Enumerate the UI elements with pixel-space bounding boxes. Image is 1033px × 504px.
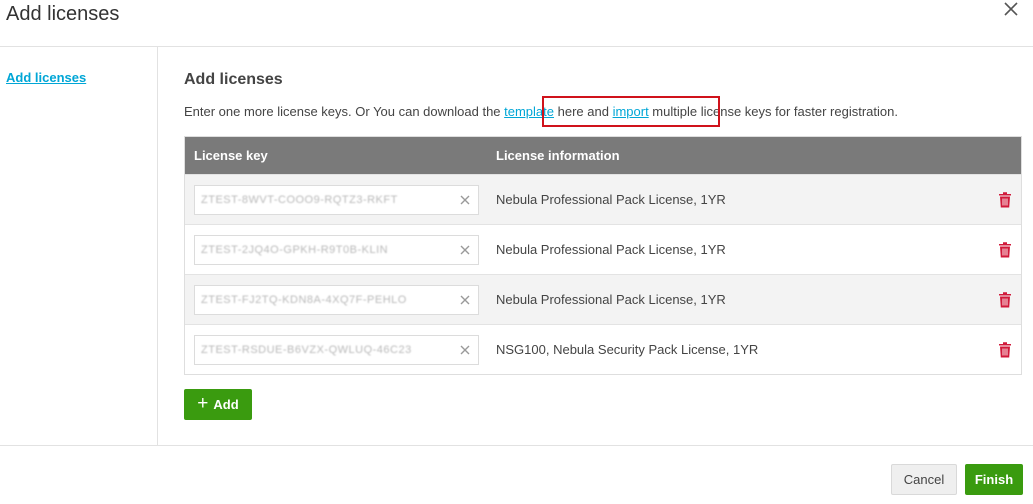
column-header-license-information: License information	[496, 148, 620, 163]
add-license-button[interactable]: + Add	[184, 389, 252, 420]
close-icon	[1004, 2, 1018, 16]
license-info-cell: Nebula Professional Pack License, 1YR	[496, 192, 726, 207]
modal-footer: Cancel Finish	[0, 445, 1033, 504]
clear-input-button[interactable]	[457, 342, 473, 358]
clear-x-icon	[460, 245, 470, 254]
license-info-cell: Nebula Professional Pack License, 1YR	[496, 292, 726, 307]
clear-x-icon	[460, 295, 470, 304]
license-key-input[interactable]: ZTEST-2JQ4O-GPKH-R9T0B-KLIN	[194, 234, 479, 265]
description-after: multiple license keys for faster registr…	[648, 104, 898, 119]
delete-row-button[interactable]	[997, 291, 1013, 309]
delete-row-button[interactable]	[997, 341, 1013, 359]
license-key-cell: ZTEST-FJ2TQ-KDN8A-4XQ7F-PEHLO	[185, 284, 486, 315]
license-info-cell: Nebula Professional Pack License, 1YR	[496, 242, 726, 257]
clear-input-button[interactable]	[457, 242, 473, 258]
modal-header: Add licenses	[0, 0, 1033, 47]
finish-button[interactable]: Finish	[965, 464, 1023, 495]
clear-x-icon	[460, 345, 470, 354]
delete-row-button[interactable]	[997, 191, 1013, 209]
license-key-cell: ZTEST-RSDUE-B6VZX-QWLUQ-46C23	[185, 334, 486, 365]
license-key-cell: ZTEST-8WVT-COOO9-RQTZ3-RKFT	[185, 184, 486, 215]
clear-input-button[interactable]	[457, 292, 473, 308]
plus-icon: +	[197, 392, 209, 414]
sidebar: Add licenses	[0, 47, 158, 445]
license-key-value: ZTEST-RSDUE-B6VZX-QWLUQ-46C23	[201, 343, 412, 356]
trash-icon	[999, 192, 1011, 208]
description-middle: here and	[554, 104, 613, 119]
license-key-input[interactable]: ZTEST-RSDUE-B6VZX-QWLUQ-46C23	[194, 334, 479, 365]
table-header: License key License information	[185, 137, 1021, 174]
trash-icon	[999, 292, 1011, 308]
add-button-label: Add	[213, 397, 239, 412]
table-row: ZTEST-2JQ4O-GPKH-R9T0B-KLIN Nebula Profe…	[185, 224, 1021, 274]
column-header-license-key: License key	[194, 148, 268, 163]
license-info-cell: NSG100, Nebula Security Pack License, 1Y…	[496, 342, 759, 357]
table-row: ZTEST-RSDUE-B6VZX-QWLUQ-46C23 NSG100, Ne…	[185, 324, 1021, 374]
sidebar-item-add-licenses[interactable]: Add licenses	[6, 70, 86, 85]
close-button[interactable]	[1000, 0, 1022, 22]
license-key-cell: ZTEST-2JQ4O-GPKH-R9T0B-KLIN	[185, 234, 486, 265]
license-key-value: ZTEST-FJ2TQ-KDN8A-4XQ7F-PEHLO	[201, 293, 407, 306]
description-text: Enter one more license keys. Or You can …	[184, 104, 898, 119]
license-key-value: ZTEST-2JQ4O-GPKH-R9T0B-KLIN	[201, 243, 389, 256]
import-link[interactable]: import	[613, 104, 649, 119]
license-key-value: ZTEST-8WVT-COOO9-RQTZ3-RKFT	[201, 193, 398, 206]
clear-x-icon	[460, 195, 470, 204]
trash-icon	[999, 342, 1011, 358]
license-key-input[interactable]: ZTEST-8WVT-COOO9-RQTZ3-RKFT	[194, 184, 479, 215]
trash-icon	[999, 242, 1011, 258]
license-key-input[interactable]: ZTEST-FJ2TQ-KDN8A-4XQ7F-PEHLO	[194, 284, 479, 315]
license-table: License key License information ZTEST-8W…	[184, 136, 1022, 375]
delete-row-button[interactable]	[997, 241, 1013, 259]
description-before: Enter one more license keys. Or You can …	[184, 104, 505, 119]
cancel-button[interactable]: Cancel	[891, 464, 957, 495]
table-row: ZTEST-FJ2TQ-KDN8A-4XQ7F-PEHLO Nebula Pro…	[185, 274, 1021, 324]
modal-title: Add licenses	[6, 3, 120, 25]
table-row: ZTEST-8WVT-COOO9-RQTZ3-RKFT Nebula Profe…	[185, 174, 1021, 224]
section-title: Add licenses	[184, 71, 283, 88]
clear-input-button[interactable]	[457, 192, 473, 208]
template-link[interactable]: template	[504, 104, 554, 119]
